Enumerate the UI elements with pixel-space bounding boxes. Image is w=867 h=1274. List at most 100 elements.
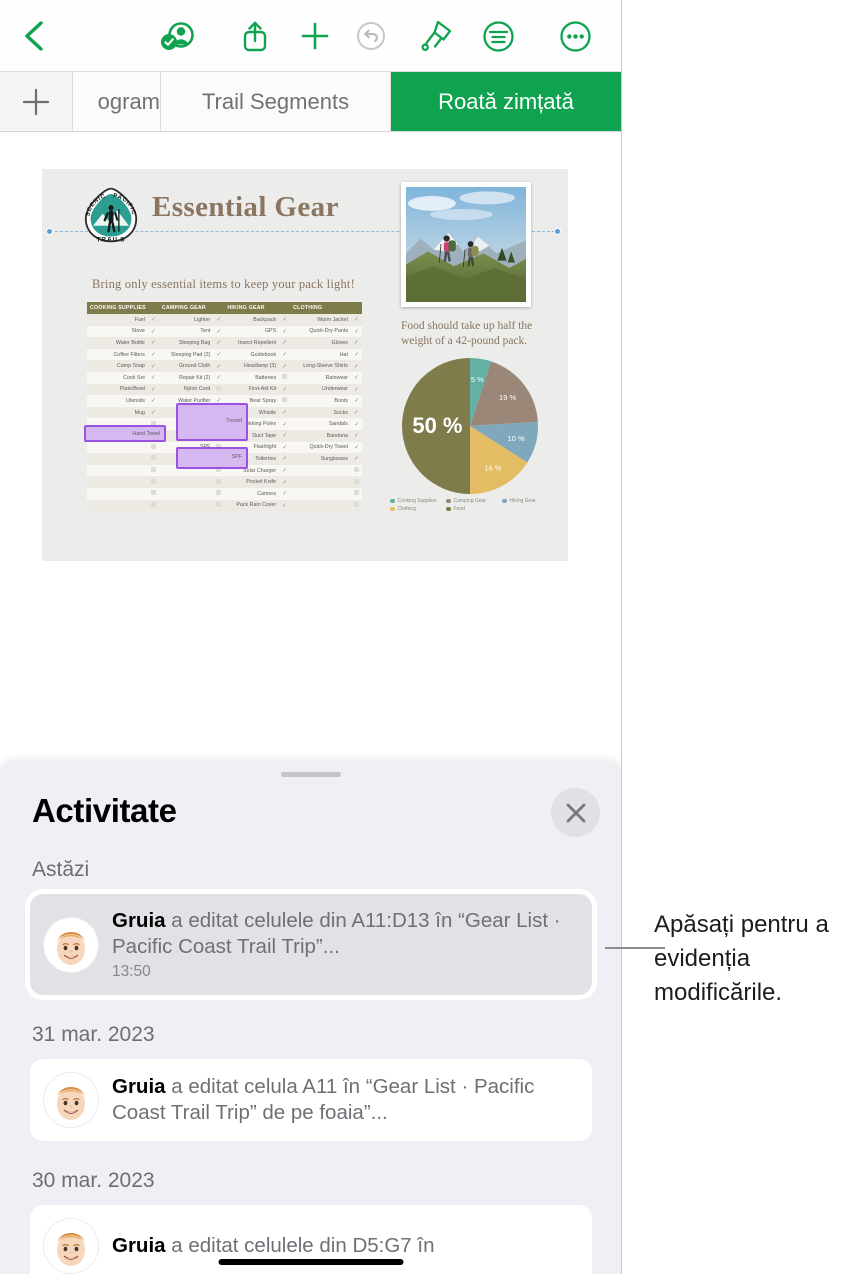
empty-checkbox-icon[interactable] bbox=[213, 487, 225, 500]
table-cell-label[interactable] bbox=[158, 476, 214, 488]
pie-chart[interactable]: 5 % 19 % 10 % 16 % 50 % Cooking Supplies Camp… bbox=[375, 354, 565, 534]
empty-checkbox-icon[interactable] bbox=[213, 499, 225, 512]
checkmark-icon[interactable]: ✓ bbox=[213, 360, 225, 372]
table-cell-label[interactable]: Socks bbox=[290, 406, 351, 419]
table-cell-label[interactable]: Coffee Filters bbox=[87, 348, 148, 361]
table-cell-label[interactable]: Stove bbox=[87, 325, 148, 338]
share-button[interactable] bbox=[231, 12, 279, 60]
table-cell-label[interactable] bbox=[158, 487, 214, 500]
checkmark-icon[interactable]: ✓ bbox=[147, 337, 159, 349]
checkmark-icon[interactable]: ✓ bbox=[279, 406, 291, 419]
checkmark-icon[interactable]: ✓ bbox=[279, 499, 291, 512]
back-button[interactable] bbox=[10, 12, 58, 60]
table-cell-label[interactable]: Headlamp (3) bbox=[224, 360, 280, 372]
table-cell-label[interactable]: Pocket Knife bbox=[224, 476, 280, 488]
checkmark-icon[interactable]: ✓ bbox=[213, 337, 225, 349]
checkmark-icon[interactable]: ✓ bbox=[350, 371, 362, 384]
empty-checkbox-icon[interactable] bbox=[350, 487, 362, 500]
insert-button[interactable] bbox=[291, 12, 339, 60]
table-cell-label[interactable] bbox=[87, 441, 148, 454]
table-cell-label[interactable] bbox=[158, 499, 214, 512]
table-row[interactable]: Plate/Bowl ✓ Nylon Cord First-Aid Kit ✓ Under… bbox=[87, 383, 362, 396]
checkmark-icon[interactable]: ✓ bbox=[147, 395, 159, 407]
sheet-tab-1[interactable]: Trail Segments bbox=[161, 72, 391, 131]
checkmark-icon[interactable]: ✓ bbox=[350, 360, 362, 372]
checkmark-icon[interactable]: ✓ bbox=[279, 360, 291, 372]
empty-checkbox-icon[interactable] bbox=[147, 441, 159, 454]
table-cell-label[interactable]: Sleeping Bag bbox=[158, 337, 214, 349]
highlighted-cell-spf[interactable] bbox=[176, 447, 248, 469]
table-cell-label[interactable]: Ground Cloth bbox=[158, 360, 214, 372]
table-cell-label[interactable] bbox=[87, 499, 148, 512]
table-cell-label[interactable] bbox=[87, 487, 148, 500]
table-cell-label[interactable]: Camera bbox=[224, 487, 280, 500]
table-cell-label[interactable]: Utensils bbox=[87, 395, 148, 407]
table-cell-label[interactable]: Backpack bbox=[224, 314, 280, 326]
table-row[interactable]: Pocket Knife ✓ bbox=[87, 476, 362, 488]
table-cell-label[interactable]: Gloves bbox=[290, 337, 351, 349]
empty-checkbox-icon[interactable] bbox=[279, 395, 291, 407]
checkmark-icon[interactable]: ✓ bbox=[147, 348, 159, 361]
undo-button[interactable] bbox=[347, 12, 395, 60]
empty-checkbox-icon[interactable] bbox=[213, 476, 225, 488]
checkmark-icon[interactable]: ✓ bbox=[350, 325, 362, 338]
checkmark-icon[interactable]: ✓ bbox=[147, 383, 159, 396]
table-cell-label[interactable]: Batteries bbox=[224, 371, 280, 384]
sheet-tab-2[interactable]: Roată zimțată bbox=[391, 72, 621, 131]
checkmark-icon[interactable]: ✓ bbox=[213, 314, 225, 326]
table-cell-label[interactable]: Quick-Dry Towel bbox=[290, 441, 351, 454]
empty-checkbox-icon[interactable] bbox=[213, 383, 225, 396]
organize-button[interactable] bbox=[474, 12, 522, 60]
table-cell-label[interactable]: Long-Sleeve Shirts bbox=[290, 360, 351, 372]
checkmark-icon[interactable]: ✓ bbox=[279, 453, 291, 465]
empty-checkbox-icon[interactable] bbox=[147, 499, 159, 512]
checkmark-icon[interactable]: ✓ bbox=[147, 360, 159, 372]
table-cell-label[interactable]: Plate/Bowl bbox=[87, 383, 148, 396]
checkmark-icon[interactable]: ✓ bbox=[279, 429, 291, 442]
table-row[interactable]: Fuel ✓ Lighter ✓ Backpack ✓ Warm Jacket ✓ bbox=[87, 314, 362, 326]
checkmark-icon[interactable]: ✓ bbox=[147, 314, 159, 326]
table-cell-label[interactable] bbox=[87, 476, 148, 488]
table-cell-label[interactable] bbox=[87, 453, 148, 465]
table-cell-label[interactable]: Sunglasses bbox=[290, 453, 351, 465]
checkmark-icon[interactable]: ✓ bbox=[279, 418, 291, 430]
selection-handle-left[interactable] bbox=[46, 228, 53, 235]
table-row[interactable]: Pack Rain Cover ✓ bbox=[87, 499, 362, 512]
add-sheet-button[interactable] bbox=[0, 72, 73, 131]
empty-checkbox-icon[interactable] bbox=[147, 464, 159, 477]
checkmark-icon[interactable]: ✓ bbox=[350, 441, 362, 454]
empty-checkbox-icon[interactable] bbox=[147, 453, 159, 465]
table-row[interactable]: Cook Set ✓ Repair Kit (2) ✓ Batteries Rainwea… bbox=[87, 371, 362, 384]
activity-item[interactable]: Gruia a editat celulele din A11:D13 în “… bbox=[30, 894, 592, 996]
table-cell-label[interactable] bbox=[290, 499, 351, 512]
activity-list[interactable]: Astăzi Gruia a editat celulele din A11:D… bbox=[0, 830, 621, 1274]
table-row[interactable]: Water Bottle ✓ Sleeping Bag ✓ Insect Repelle… bbox=[87, 337, 362, 349]
table-cell-label[interactable] bbox=[290, 487, 351, 500]
table-row[interactable]: Coffee Filters ✓ Sleeping Pad (2) ✓ Guideboo… bbox=[87, 348, 362, 361]
sheet-tab-0[interactable]: ogram bbox=[73, 72, 161, 131]
checkmark-icon[interactable]: ✓ bbox=[279, 348, 291, 361]
table-cell-label[interactable]: Lighter bbox=[158, 314, 214, 326]
checkmark-icon[interactable]: ✓ bbox=[350, 348, 362, 361]
table-cell-label[interactable]: Cook Set bbox=[87, 371, 148, 384]
close-button[interactable] bbox=[551, 788, 600, 837]
checkmark-icon[interactable]: ✓ bbox=[147, 406, 159, 419]
checkmark-icon[interactable]: ✓ bbox=[279, 487, 291, 500]
table-row[interactable]: Camera ✓ bbox=[87, 487, 362, 500]
checkmark-icon[interactable]: ✓ bbox=[279, 314, 291, 326]
highlighted-cell-hand-towel[interactable] bbox=[84, 425, 166, 442]
empty-checkbox-icon[interactable] bbox=[147, 476, 159, 488]
highlighted-cell-group-camping[interactable] bbox=[176, 403, 248, 441]
empty-checkbox-icon[interactable] bbox=[350, 476, 362, 488]
table-cell-label[interactable]: Insect Repellent bbox=[224, 337, 280, 349]
collaborate-button[interactable] bbox=[154, 12, 202, 60]
more-button[interactable] bbox=[551, 12, 599, 60]
checkmark-icon[interactable]: ✓ bbox=[279, 441, 291, 454]
checkmark-icon[interactable]: ✓ bbox=[279, 337, 291, 349]
checkmark-icon[interactable]: ✓ bbox=[279, 325, 291, 338]
table-cell-label[interactable]: Sleeping Pad (2) bbox=[158, 348, 214, 361]
table-cell-label[interactable]: Underwear bbox=[290, 383, 351, 396]
table-cell-label[interactable]: Guidebook bbox=[224, 348, 280, 361]
table-cell-label[interactable]: Tent bbox=[158, 325, 214, 338]
checkmark-icon[interactable]: ✓ bbox=[350, 453, 362, 465]
